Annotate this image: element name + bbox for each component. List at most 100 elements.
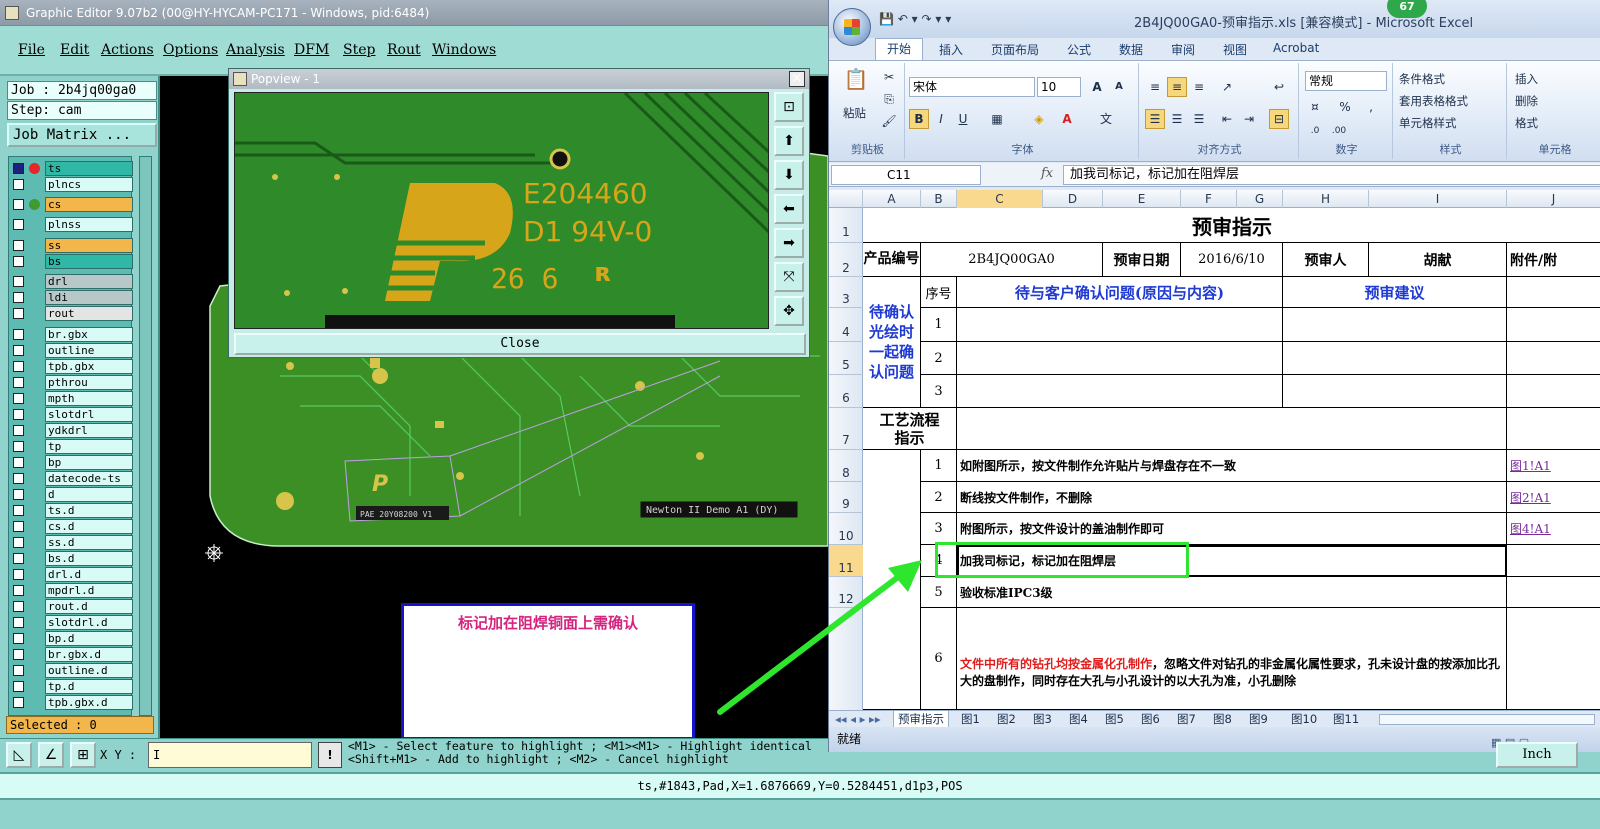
row-8[interactable]: 8: [829, 450, 863, 482]
layer-row-rout[interactable]: rout: [11, 306, 133, 321]
layer-name[interactable]: ldi: [45, 290, 133, 305]
cell-p6-text[interactable]: 文件中所有的钻孔均按金属化孔制作，忽略文件对钻孔的非金属化属性要求，孔未设计盘的…: [957, 608, 1507, 710]
col-j[interactable]: J: [1507, 190, 1600, 208]
col-i[interactable]: I: [1369, 190, 1507, 208]
layer-checkbox[interactable]: [13, 473, 24, 484]
layer-name[interactable]: bs: [45, 254, 133, 269]
cell-j13[interactable]: [1507, 608, 1600, 710]
layer-name[interactable]: datecode-ts: [45, 471, 133, 486]
layer-checkbox[interactable]: [13, 569, 24, 580]
zoom-out-icon[interactable]: ✥: [774, 296, 804, 326]
format-cells-button[interactable]: 格式: [1515, 115, 1538, 131]
cell-c6[interactable]: [957, 375, 1283, 408]
layer-checkbox[interactable]: [13, 441, 24, 452]
menu-edit[interactable]: Edit: [60, 42, 89, 58]
orientation-icon[interactable]: ↗: [1217, 77, 1237, 97]
layer-checkbox[interactable]: [13, 393, 24, 404]
insert-cells-button[interactable]: 插入: [1515, 71, 1538, 87]
cell-h5[interactable]: [1283, 342, 1507, 375]
layer-scrollbar[interactable]: [139, 156, 152, 716]
col-c[interactable]: C: [957, 190, 1043, 208]
currency-icon[interactable]: ¤: [1305, 97, 1325, 117]
layer-checkbox[interactable]: [13, 345, 24, 356]
job-matrix-button[interactable]: Job Matrix ...: [7, 123, 157, 147]
layer-row-bp[interactable]: bp: [11, 455, 133, 470]
layer-name[interactable]: d: [45, 487, 133, 502]
cell-reviewer[interactable]: 胡献: [1369, 243, 1507, 277]
layer-name[interactable]: tpb.gbx: [45, 359, 133, 374]
cell-pn-label[interactable]: 产品编号: [863, 243, 921, 277]
customize-icon[interactable]: ▾: [945, 12, 951, 26]
cut-icon[interactable]: ✂: [879, 67, 899, 87]
sheet-tab-4[interactable]: 图4: [1065, 711, 1092, 727]
layer-row-plnss[interactable]: plnss: [11, 217, 133, 232]
number-format-select[interactable]: 常规: [1305, 71, 1387, 91]
shrink-font-icon[interactable]: A: [1109, 77, 1129, 97]
layer-checkbox[interactable]: [13, 240, 24, 251]
grow-font-icon[interactable]: A: [1087, 77, 1107, 97]
layer-name[interactable]: bp.d: [45, 631, 133, 646]
layer-row-br.gbx.d[interactable]: br.gbx.d: [11, 647, 133, 662]
layer-row-outline[interactable]: outline: [11, 343, 133, 358]
cell-h4[interactable]: [1283, 308, 1507, 342]
cell-n1[interactable]: 1: [921, 308, 957, 342]
layer-checkbox[interactable]: [13, 276, 24, 287]
layer-row-br.gbx[interactable]: br.gbx: [11, 327, 133, 342]
cell-h6[interactable]: [1283, 375, 1507, 408]
save-icon[interactable]: 💾: [879, 12, 894, 26]
row-5[interactable]: 5: [829, 342, 863, 375]
layer-name[interactable]: tpb.gbx.d: [45, 695, 133, 710]
layer-checkbox[interactable]: [13, 219, 24, 230]
layer-checkbox[interactable]: [13, 585, 24, 596]
font-size-select[interactable]: 10: [1037, 77, 1081, 97]
conditional-format-button[interactable]: 条件格式: [1399, 71, 1445, 87]
layer-name[interactable]: br.gbx: [45, 327, 133, 342]
copy-icon[interactable]: ⎘: [879, 89, 899, 109]
layer-name[interactable]: rout: [45, 306, 133, 321]
layer-checkbox[interactable]: [13, 163, 24, 174]
col-e[interactable]: E: [1103, 190, 1181, 208]
layer-name[interactable]: plnss: [45, 217, 133, 232]
undo-icon[interactable]: ↶ ▾: [898, 12, 918, 26]
select-all-corner[interactable]: [829, 190, 863, 208]
cell-p1-text[interactable]: 如附图所示，按文件制作允许贴片与焊盘存在不一致: [957, 450, 1507, 482]
layer-name[interactable]: tp.d: [45, 679, 133, 694]
layer-checkbox[interactable]: [13, 425, 24, 436]
layer-row-drl[interactable]: drl: [11, 274, 133, 289]
layer-row-slotdrl.d[interactable]: slotdrl.d: [11, 615, 133, 630]
layer-checkbox[interactable]: [13, 256, 24, 267]
row-9[interactable]: 9: [829, 482, 863, 513]
layer-checkbox[interactable]: [13, 665, 24, 676]
align-middle-icon[interactable]: ≡: [1167, 77, 1187, 97]
tab-insert[interactable]: 插入: [939, 41, 963, 58]
tab-data[interactable]: 数据: [1119, 41, 1143, 58]
layer-checkbox[interactable]: [13, 292, 24, 303]
grid-icon[interactable]: ⊞: [70, 742, 96, 768]
col-d[interactable]: D: [1043, 190, 1103, 208]
angle-icon[interactable]: ∠: [38, 742, 64, 768]
layer-name[interactable]: rout.d: [45, 599, 133, 614]
percent-icon[interactable]: %: [1335, 97, 1355, 117]
measure-icon[interactable]: ◺: [6, 742, 32, 768]
layer-checkbox[interactable]: [13, 199, 24, 210]
layer-row-tpb.gbx.d[interactable]: tpb.gbx.d: [11, 695, 133, 710]
sheet-grid[interactable]: 预审指示 产品编号 2B4JQ00GA0 预审日期 2016/6/10 预审人 …: [863, 208, 1600, 710]
menu-windows[interactable]: Windows: [432, 42, 496, 58]
cell-j4[interactable]: [1507, 308, 1600, 342]
cell-j5[interactable]: [1507, 342, 1600, 375]
comma-icon[interactable]: ,: [1361, 97, 1381, 117]
cell-process-label[interactable]: 工艺流程指示: [863, 408, 957, 450]
layer-checkbox[interactable]: [13, 601, 24, 612]
layer-name[interactable]: tp: [45, 439, 133, 454]
layer-name[interactable]: mpth: [45, 391, 133, 406]
layer-checkbox[interactable]: [13, 617, 24, 628]
name-box[interactable]: C11: [831, 165, 981, 185]
hint-button[interactable]: !: [318, 742, 342, 768]
layer-row-drl.d[interactable]: drl.d: [11, 567, 133, 582]
cell-c4[interactable]: [957, 308, 1283, 342]
layer-row-rout.d[interactable]: rout.d: [11, 599, 133, 614]
layer-checkbox[interactable]: [13, 308, 24, 319]
cell-j7[interactable]: [1507, 408, 1600, 450]
zoom-in-icon[interactable]: ⤧: [774, 262, 804, 292]
popview-canvas[interactable]: E204460 D1 94V-0 26 6 ʀ: [234, 92, 769, 329]
